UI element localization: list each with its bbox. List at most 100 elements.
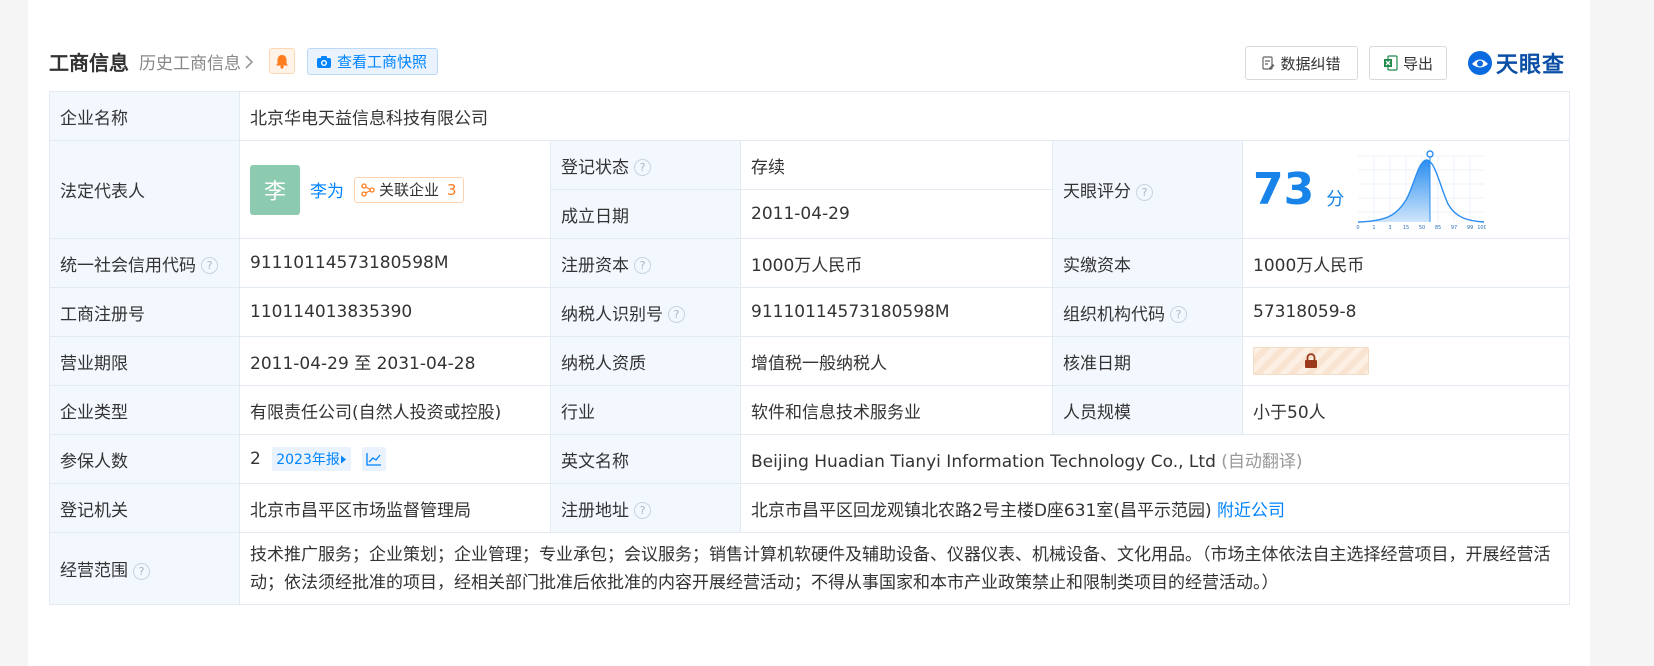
reg-no-label: 工商注册号 [49,287,240,337]
credit-code-label: 统一社会信用代码 [60,255,196,276]
network-icon [361,182,375,197]
help-icon[interactable]: ? [1136,183,1153,201]
english-name-label: 英文名称 [550,434,741,484]
legal-rep-label: 法定代表人 [49,140,240,239]
score-tick: 50 [1419,225,1425,230]
capital-label: 注册资本 [561,255,629,276]
score-tick: 100 [1477,225,1486,230]
capital-value: 1000万人民币 [740,238,1053,288]
snapshot-button[interactable]: 查看工商快照 [307,48,439,75]
insured-value: 2 [250,449,261,469]
export-label: 导出 [1402,54,1433,73]
term-value: 2011-04-29 至 2031-04-28 [239,336,551,386]
legal-rep-name[interactable]: 李为 [310,177,344,202]
approve-date-cell [1241,336,1571,386]
address-value: 北京市昌平区回龙观镇北农路2号主楼D座631室(昌平示范园) [751,500,1212,521]
history-link[interactable]: 历史工商信息 [139,49,254,74]
score-tick: 1 [1373,225,1376,230]
found-date-label: 成立日期 [550,189,741,239]
score-cell[interactable]: 73 分 0 1 3 15 50 85 97 99 100 [1241,140,1571,239]
table-row: 参保人数 2 2023年报 英文名称 Beijing Huadian Tiany… [49,434,1571,484]
business-info-table: 企业名称 北京华电天益信息科技有限公司 法定代表人 李 李为 关联企业 3 登记… [49,91,1571,605]
org-code-label: 组织机构代码 [1063,304,1165,325]
table-row: 统一社会信用代码? 91110114573180598M 注册资本? 1000万… [49,238,1571,288]
company-name-value: 北京华电天益信息科技有限公司 [238,91,1571,141]
score-value: 73 [1253,163,1315,215]
help-icon[interactable]: ? [201,257,218,274]
credit-code-label-cell: 统一社会信用代码? [49,238,240,288]
score-label: 天眼评分 [1063,182,1131,202]
history-label: 历史工商信息 [139,54,241,74]
correction-label: 数据纠错 [1280,54,1341,73]
help-icon[interactable]: ? [133,562,150,580]
term-label: 营业期限 [49,336,240,386]
help-icon[interactable]: ? [634,502,651,519]
data-correction-button[interactable]: 数据纠错 [1245,46,1358,80]
table-row: 工商注册号 110114013835390 纳税人识别号? 9111011457… [49,287,1571,337]
company-type-label: 企业类型 [49,385,240,435]
help-icon[interactable]: ? [1170,306,1187,323]
org-code-value: 57318059-8 [1241,287,1571,337]
capital-label-cell: 注册资本? [550,238,741,288]
edit-doc-icon [1262,55,1275,70]
taxpayer-id-value: 91110114573180598M [740,287,1053,337]
english-name-cell: Beijing Huadian Tianyi Information Techn… [739,434,1571,484]
related-companies-button[interactable]: 关联企业 3 [354,176,464,203]
avatar[interactable]: 李 [250,164,300,215]
status-value: 存续 [740,140,1053,190]
address-label: 注册地址 [561,500,629,521]
address-cell: 北京市昌平区回龙观镇北农路2号主楼D座631室(昌平示范园) 附近公司 [739,483,1571,533]
status-label: 登记状态 [561,157,629,178]
annual-report-label: 2023年报 [276,452,340,468]
nearby-companies-link[interactable]: 附近公司 [1217,501,1285,521]
staff-size-value: 小于50人 [1241,385,1571,435]
brand-name: 天眼查 [1496,53,1566,78]
section-header: 工商信息 历史工商信息 查看工商快照 数据纠错 导出 天眼查 [49,44,1569,80]
english-name-value: Beijing Huadian Tianyi Information Techn… [751,451,1216,472]
table-row: 营业期限 2011-04-29 至 2031-04-28 纳税人资质 增值税一般… [49,336,1571,386]
table-row: 登记机关 北京市昌平区市场监督管理局 注册地址? 北京市昌平区回龙观镇北农路2号… [49,483,1571,533]
org-code-label-cell: 组织机构代码? [1052,287,1243,337]
legal-rep-cell: 李 李为 关联企业 3 [239,140,551,239]
score-unit: 分 [1326,188,1345,210]
related-label: 关联企业 [379,181,440,199]
industry-label: 行业 [550,385,741,435]
locked-value[interactable] [1253,347,1369,375]
annual-report-button[interactable]: 2023年报 [272,447,351,471]
table-row: 法定代表人 李 李为 关联企业 3 登记状态? 存续 天眼评分? 73 分 0 … [49,140,1571,239]
export-button[interactable]: 导出 [1369,46,1447,80]
taxpayer-id-label: 纳税人识别号 [561,304,663,325]
table-row: 经营范围? 技术推广服务；企业策划；企业管理；专业承包；会议服务；销售计算机软硬… [49,532,1571,605]
excel-icon [1383,55,1398,71]
monitor-bell-button[interactable] [269,48,295,74]
score-tick: 15 [1403,225,1409,230]
insured-label: 参保人数 [49,434,240,484]
paid-capital-value: 1000万人民币 [1241,238,1571,288]
score-tick: 99 [1467,225,1473,230]
scope-label: 经营范围 [60,561,128,581]
help-icon[interactable]: ? [634,159,651,176]
score-tick: 3 [1389,225,1392,230]
table-row: 企业名称 北京华电天益信息科技有限公司 [49,91,1571,141]
taxpayer-type-label: 纳税人资质 [550,336,741,386]
camera-icon [317,55,331,68]
lock-icon [1305,353,1317,368]
snapshot-label: 查看工商快照 [337,53,428,71]
status-label-cell: 登记状态? [550,140,741,190]
section-title: 工商信息 [49,51,129,75]
score-distribution-chart: 0 1 3 15 50 85 97 99 100 [1357,149,1486,230]
scope-value: 技术推广服务；企业策划；企业管理；专业承包；会议服务；销售计算机软硬件及辅助设备… [238,532,1571,605]
industry-value: 软件和信息技术服务业 [740,385,1053,435]
paid-capital-label: 实缴资本 [1052,238,1243,288]
help-icon[interactable]: ? [668,306,685,323]
taxpayer-id-label-cell: 纳税人识别号? [550,287,741,337]
score-tick: 0 [1357,225,1360,230]
company-type-value: 有限责任公司(自然人投资或控股) [239,385,551,435]
trend-chart-icon [366,453,382,466]
trend-chart-button[interactable] [362,447,387,471]
score-label-cell: 天眼评分? [1052,140,1243,239]
help-icon[interactable]: ? [634,257,651,274]
credit-code-value: 91110114573180598M [239,238,551,288]
address-label-cell: 注册地址? [550,483,741,533]
insured-cell: 2 2023年报 [239,434,551,484]
